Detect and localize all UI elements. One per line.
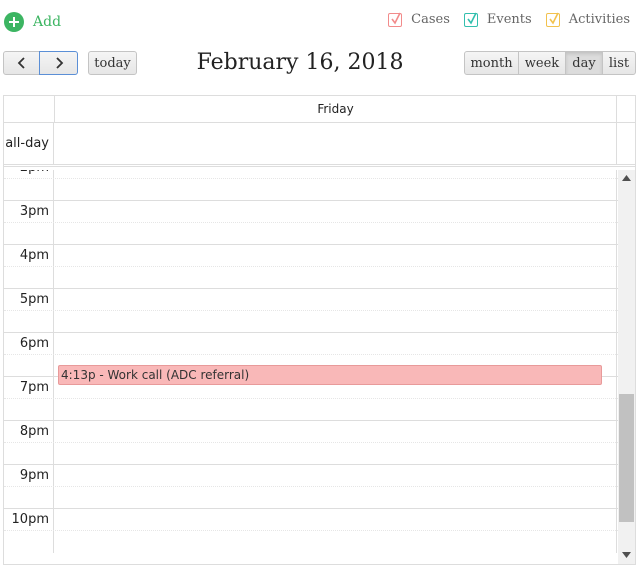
add-label: Add: [33, 14, 62, 30]
hour-slot[interactable]: 3pm: [4, 200, 618, 223]
half-hour-slot[interactable]: [4, 486, 618, 509]
hour-label: 10pm: [4, 509, 54, 531]
hour-slot[interactable]: 8pm: [4, 420, 618, 443]
time-cell[interactable]: [55, 179, 617, 201]
time-axis: [4, 223, 54, 245]
all-day-label: all-day: [4, 123, 54, 164]
calendar-filters: Cases Events Activities: [374, 12, 630, 27]
filter-label: Activities: [568, 12, 630, 27]
hour-label: 9pm: [4, 465, 54, 487]
view-day-button[interactable]: day: [565, 51, 603, 75]
time-axis: [4, 531, 54, 553]
time-cell[interactable]: [55, 245, 617, 267]
half-hour-slot[interactable]: [4, 222, 618, 245]
time-cell[interactable]: [55, 201, 617, 223]
time-cell[interactable]: [55, 289, 617, 311]
scroll-down-arrow-icon[interactable]: [618, 547, 635, 564]
time-cell[interactable]: [55, 267, 617, 289]
hour-slot[interactable]: 4pm: [4, 244, 618, 267]
hour-label: 3pm: [4, 201, 54, 223]
time-cell[interactable]: [55, 465, 617, 487]
time-grid[interactable]: 2pm 3pm 4pm 5pm 6pm 7pm 8pm 9pm 10pm 4:13p - Wor…: [4, 170, 635, 564]
all-day-cell[interactable]: [55, 123, 617, 164]
scroll-up-arrow-icon[interactable]: [618, 170, 635, 187]
hour-slot[interactable]: 9pm: [4, 464, 618, 487]
filter-activities[interactable]: Activities: [545, 12, 630, 27]
checkbox-icon[interactable]: [388, 12, 403, 27]
time-cell[interactable]: [55, 223, 617, 245]
hour-slot[interactable]: 2pm: [4, 170, 618, 179]
time-cell[interactable]: [55, 531, 617, 553]
add-button[interactable]: Add: [4, 11, 61, 33]
time-axis: [4, 399, 54, 421]
header-axis: [4, 96, 55, 122]
half-hour-slot[interactable]: [4, 178, 618, 201]
hour-slot[interactable]: 10pm: [4, 508, 618, 531]
filter-cases[interactable]: Cases: [388, 12, 450, 27]
hour-label: 5pm: [4, 289, 54, 311]
half-hour-slot[interactable]: [4, 398, 618, 421]
filter-label: Cases: [411, 12, 450, 27]
plus-icon: [4, 12, 24, 32]
time-cell[interactable]: [55, 487, 617, 509]
hour-label: 8pm: [4, 421, 54, 443]
half-hour-slot[interactable]: [4, 442, 618, 465]
day-calendar: Friday all-day 2pm 3pm 4pm 5pm 6pm 7pm 8pm 9pm 1…: [3, 95, 636, 565]
vertical-scrollbar[interactable]: [618, 170, 635, 564]
time-axis: [4, 487, 54, 509]
day-header-row: Friday: [4, 96, 635, 123]
half-hour-slot[interactable]: [4, 530, 618, 553]
hour-slot[interactable]: 6pm: [4, 332, 618, 355]
time-cell[interactable]: [55, 421, 617, 443]
hour-label: 7pm: [4, 377, 54, 399]
time-cell[interactable]: [55, 333, 617, 355]
time-cell[interactable]: [55, 443, 617, 465]
filter-label: Events: [486, 12, 532, 27]
time-axis: [4, 443, 54, 465]
view-month-button[interactable]: month: [464, 51, 519, 75]
half-hour-slot[interactable]: [4, 266, 618, 289]
all-day-row: all-day: [4, 123, 635, 167]
day-header: Friday: [55, 96, 617, 122]
time-axis: [4, 179, 54, 201]
time-cell[interactable]: [55, 399, 617, 421]
view-week-button[interactable]: week: [518, 51, 566, 75]
time-axis: [4, 311, 54, 333]
hour-label: 4pm: [4, 245, 54, 267]
half-hour-slot[interactable]: [4, 310, 618, 333]
time-axis: [4, 267, 54, 289]
time-axis: [4, 355, 54, 377]
hour-label: 6pm: [4, 333, 54, 355]
scrollbar-thumb[interactable]: [619, 394, 634, 522]
time-cell[interactable]: [55, 311, 617, 333]
checkbox-icon[interactable]: [463, 12, 478, 27]
calendar-event[interactable]: 4:13p - Work call (ADC referral): [58, 365, 602, 385]
checkbox-icon[interactable]: [545, 12, 560, 27]
hour-slot[interactable]: 5pm: [4, 288, 618, 311]
time-cell[interactable]: [55, 509, 617, 531]
view-list-button[interactable]: list: [602, 51, 636, 75]
filter-events[interactable]: Events: [463, 12, 532, 27]
